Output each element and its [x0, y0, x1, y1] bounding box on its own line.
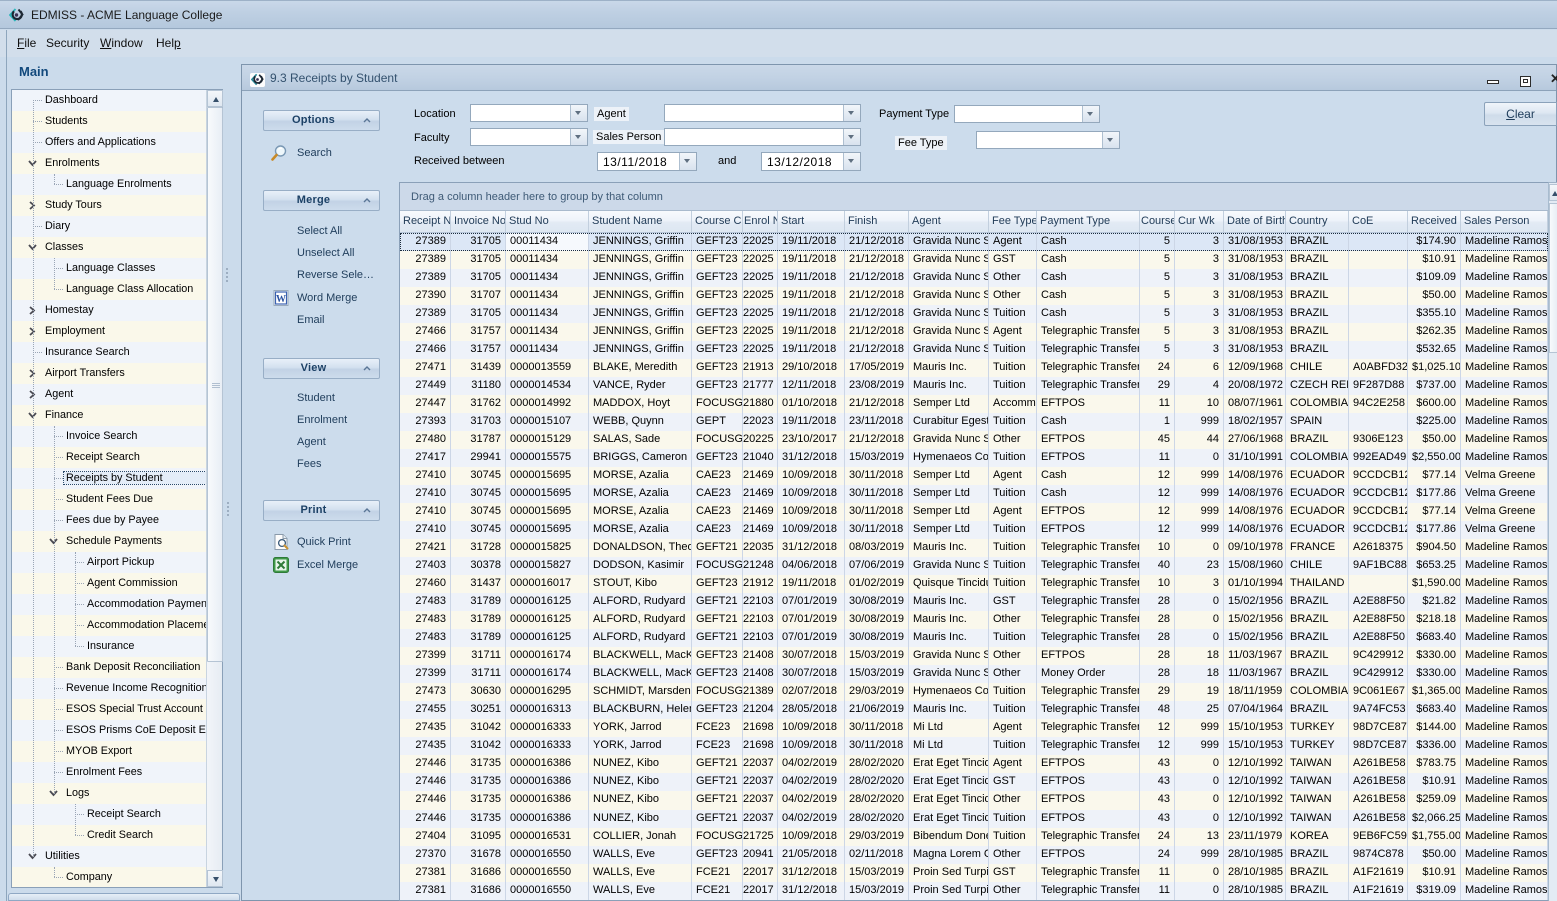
svg-text:W: W [276, 294, 286, 305]
